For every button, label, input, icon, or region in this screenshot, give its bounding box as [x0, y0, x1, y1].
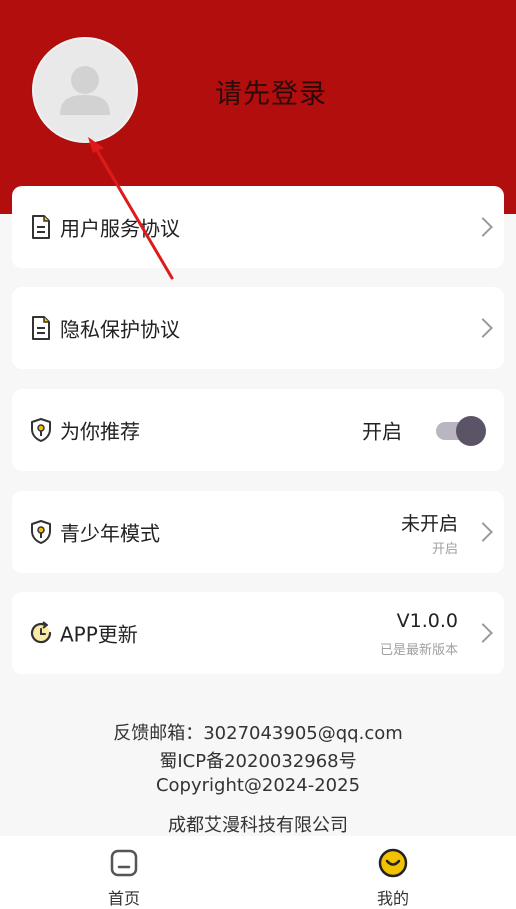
toggle-status: 开启: [362, 419, 402, 444]
bottom-tab-bar: 首页 我的: [0, 836, 516, 909]
chevron-right-icon: [473, 623, 493, 643]
menu-item-youth-mode[interactable]: 青少年模式 未开启 开启: [12, 491, 504, 573]
menu-label: 青少年模式: [60, 521, 160, 546]
smiley-icon: [378, 848, 408, 878]
menu-item-recommend: 为你推荐 开启: [12, 389, 504, 471]
tab-label: 我的: [376, 889, 409, 908]
youth-substatus: 开启: [431, 542, 458, 557]
feedback-email: 反馈邮箱：3027043905@qq.com: [113, 723, 403, 744]
menu-item-privacy[interactable]: 隐私保护协议: [12, 287, 504, 369]
menu-label: 为你推荐: [60, 419, 140, 444]
document-icon: [32, 316, 50, 340]
refresh-clock-icon: [30, 621, 52, 644]
toggle-knob: [456, 416, 486, 446]
tab-mine[interactable]: 我的: [343, 836, 443, 909]
menu-item-app-update[interactable]: APP更新 V1.0.0 已是最新版本: [12, 592, 504, 674]
menu-item-user-agreement[interactable]: 用户服务协议: [12, 186, 504, 268]
document-icon: [32, 215, 50, 239]
login-prompt[interactable]: 请先登录: [215, 72, 327, 111]
copyright: Copyright@2024-2025: [155, 775, 361, 796]
profile-page: 请先登录 用户服务协议 隐私保护协议 为你推荐 开启 青少年模式 未开启 开启 …: [0, 0, 516, 909]
shield-key-icon: [31, 520, 51, 544]
youth-status: 未开启: [400, 513, 458, 535]
user-placeholder-icon: [60, 66, 110, 115]
tab-home[interactable]: 首页: [74, 836, 174, 909]
recommend-toggle[interactable]: [436, 414, 486, 446]
update-status: 已是最新版本: [379, 643, 458, 658]
chevron-right-icon: [473, 318, 493, 338]
home-icon: [110, 849, 138, 877]
chevron-right-icon: [473, 217, 493, 237]
app-version: V1.0.0: [396, 610, 458, 632]
company-name: 成都艾漫科技有限公司: [168, 815, 348, 836]
shield-key-icon: [31, 418, 51, 442]
chevron-right-icon: [473, 522, 493, 542]
menu-label: 隐私保护协议: [60, 317, 180, 342]
avatar[interactable]: [32, 37, 138, 143]
menu-label: APP更新: [60, 622, 138, 647]
icp-license: 蜀ICP备2020032968号: [159, 751, 357, 772]
menu-label: 用户服务协议: [60, 216, 180, 241]
tab-label: 首页: [107, 889, 140, 908]
